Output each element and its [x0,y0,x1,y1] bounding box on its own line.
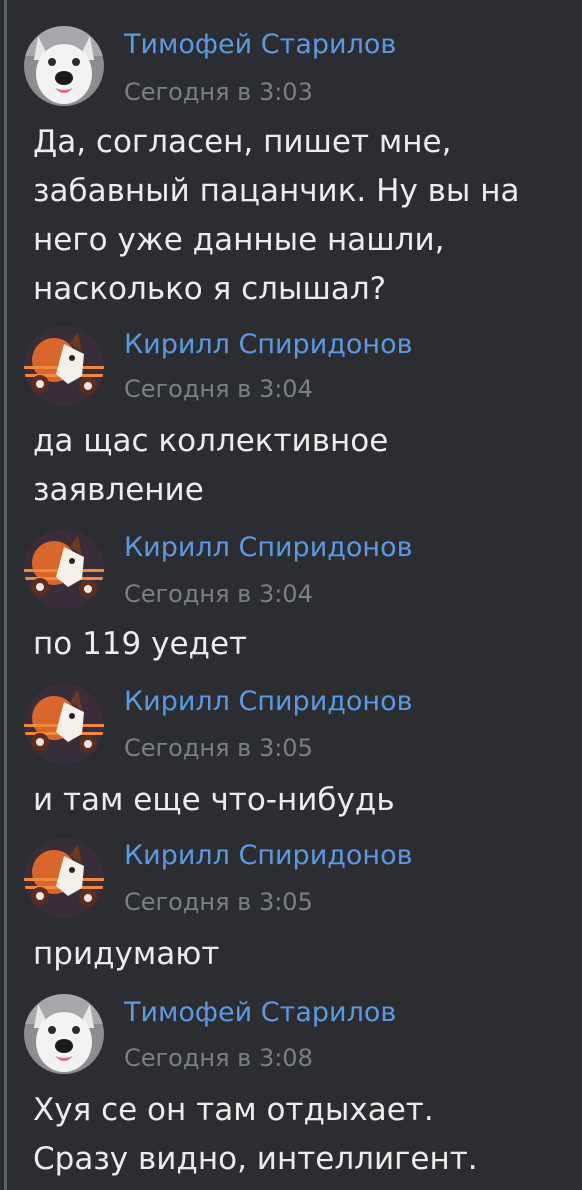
message-timestamp[interactable]: Сегодня в 3:03 [124,77,313,107]
message-timestamp[interactable]: Сегодня в 3:04 [124,374,313,404]
author-name[interactable]: Кирилл Спиридонов [124,532,413,564]
author-name[interactable]: Кирилл Спиридонов [124,686,413,718]
husky-avatar[interactable] [24,994,104,1074]
author-name[interactable]: Тимофей Старилов [124,997,396,1029]
fox-avatar[interactable] [24,326,104,406]
message-text: по 119 уедет [33,626,248,662]
message-text: придумают [33,936,220,972]
message-timestamp[interactable]: Сегодня в 3:05 [124,887,313,917]
author-name[interactable]: Тимофей Старилов [124,29,396,61]
message-timestamp[interactable]: Сегодня в 3:08 [124,1043,313,1073]
fox-avatar[interactable] [24,529,104,609]
message-text: да щас коллективное заявление [33,423,389,508]
fox-avatar[interactable] [24,838,104,918]
husky-avatar[interactable] [24,26,104,106]
message-timestamp[interactable]: Сегодня в 3:05 [124,733,313,763]
author-name[interactable]: Кирилл Спиридонов [124,329,413,361]
author-name[interactable]: Кирилл Спиридонов [124,840,413,872]
fox-avatar[interactable] [24,684,104,764]
message-thread: Тимофей Старилов Сегодня в 3:03 Да, согл… [0,0,582,1190]
message-timestamp[interactable]: Сегодня в 3:04 [124,579,313,609]
message-text: Да, согласен, пишет мне, забавный пацанч… [33,124,520,307]
message-text: и там еще что-нибудь [33,782,395,818]
message-text: Хуя се он там отдыхает. Сразу видно, инт… [33,1092,478,1177]
